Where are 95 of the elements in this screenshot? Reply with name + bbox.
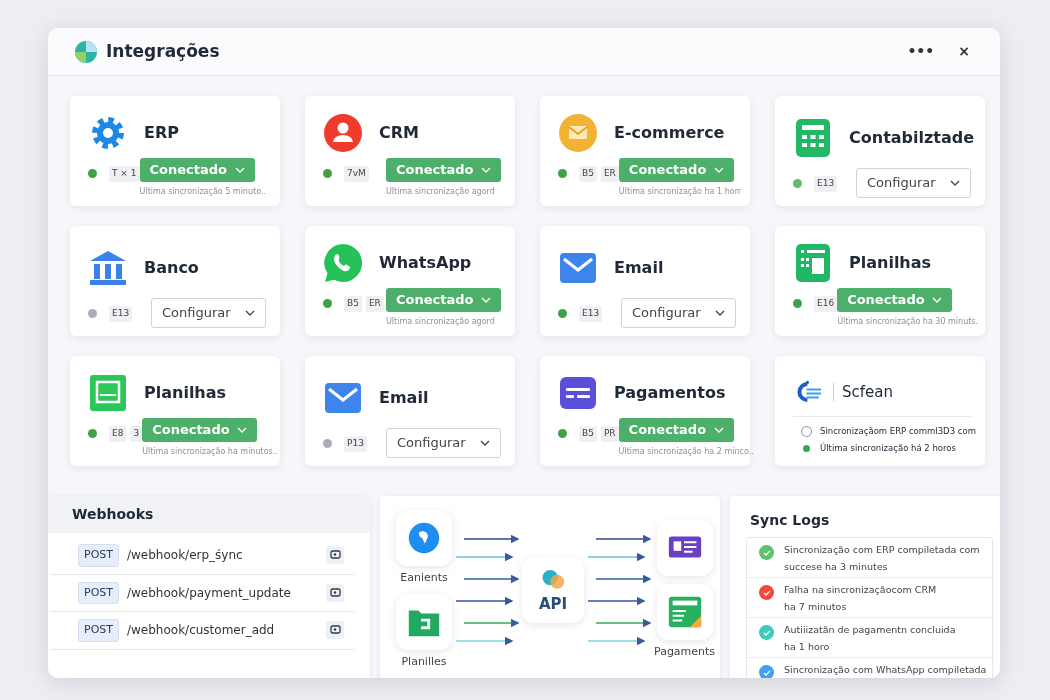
api-label: API <box>538 593 568 615</box>
integration-name: Email <box>614 257 664 279</box>
integration-name: Planilhas <box>849 252 932 274</box>
integration-name: Email <box>379 387 429 409</box>
caret-icon <box>481 297 491 303</box>
chat-bubble-icon <box>323 243 363 283</box>
node-label: Planilles <box>401 654 447 670</box>
connected-dropdown[interactable]: Conectado <box>837 288 953 312</box>
copy-button[interactable] <box>326 546 344 565</box>
copy-icon <box>329 625 341 636</box>
tag: B5 <box>344 296 362 312</box>
configure-dropdown[interactable]: Configurar <box>151 298 266 328</box>
integration-name: Planilhas <box>144 382 227 404</box>
caret-icon <box>713 427 724 433</box>
caret-icon <box>932 297 943 303</box>
integration-name: Contabilztade <box>849 127 975 149</box>
tag: B5 <box>579 166 597 182</box>
copy-icon <box>329 550 341 561</box>
tag: 3 <box>130 426 143 442</box>
tag: E8 <box>109 426 127 442</box>
card-title: Scfean <box>842 381 893 403</box>
node-label: Pagaments <box>654 643 716 660</box>
node-label: Eanients <box>400 569 448 586</box>
tag: ER <box>600 166 619 182</box>
connected-dropdown[interactable]: Conectado <box>618 418 734 442</box>
caret-icon <box>480 440 490 446</box>
endpoint-path: /webhook/erp_śync <box>127 547 244 565</box>
status-text: Última sincronização há 2 horos <box>820 441 956 455</box>
connected-dropdown[interactable]: Conectado <box>386 288 501 312</box>
connected-dropdown[interactable]: Conectado <box>142 418 258 442</box>
tag: E13 <box>814 176 838 192</box>
tag: E16 <box>814 296 838 312</box>
window-title: Integrações <box>106 39 220 63</box>
caret-icon <box>481 167 491 173</box>
integration-name: E-commerce <box>614 122 725 144</box>
configure-dropdown[interactable]: Configurar <box>621 298 736 328</box>
envelope-icon <box>558 113 598 153</box>
log-text: Autiiizatãn de pagamentn concluida <box>784 623 956 637</box>
copy-button[interactable] <box>326 621 344 640</box>
configure-dropdown[interactable]: Configurar <box>856 168 971 198</box>
copy-icon <box>329 587 341 598</box>
connected-dropdown[interactable]: Conectado <box>386 158 501 182</box>
tag: B5 <box>579 426 597 442</box>
spreadsheet-icon <box>793 243 833 283</box>
panel-title: Webhooks <box>48 496 370 533</box>
panel-title: Sync Logs <box>749 511 831 530</box>
connected-dropdown[interactable]: Conectado <box>618 158 734 182</box>
log-text: Sincronização com ERP compiletada com <box>784 543 980 557</box>
log-text: ha 1 horo <box>784 640 831 654</box>
endpoint-path: /webhook/customer_add <box>127 622 276 640</box>
person-icon <box>323 113 363 153</box>
caret-icon <box>234 167 245 173</box>
integration-name: Pagamentos <box>614 382 726 404</box>
log-text: ha 7 minutos <box>784 600 848 614</box>
caret-icon <box>715 310 725 316</box>
copy-button[interactable] <box>326 583 344 602</box>
tag: T × 1 <box>109 166 140 182</box>
last-sync-text: Última sincronização ha 1 horr <box>618 186 742 198</box>
tag: E13 <box>579 306 603 322</box>
tag: PR <box>600 426 619 442</box>
terminal-window-icon <box>88 373 128 413</box>
tag: ER <box>365 296 384 312</box>
last-sync-text: Ultima sincronização agord <box>386 186 495 198</box>
filled-radio[interactable] <box>803 444 810 452</box>
connected-dropdown[interactable]: Conectado <box>139 158 255 182</box>
app-logo-icon <box>74 39 98 64</box>
caret-icon <box>237 427 248 433</box>
log-text: Sincronização com WhatsApp compiletada <box>784 663 987 677</box>
method-tag: POST <box>78 581 119 604</box>
caret-icon <box>950 180 960 186</box>
last-sync-text: Última sincronização ha 30 minuts. <box>837 316 979 328</box>
log-text: succese ha 3 minutes <box>784 560 889 574</box>
status-text: Sincronizaçãom ERP comml3D3 com <box>820 425 976 438</box>
integration-name: WhatsApp <box>379 252 472 274</box>
caret-icon <box>713 167 724 173</box>
last-sync-text: Última sincronização ha 2 minco.. <box>618 446 754 458</box>
close-button[interactable]: × <box>954 41 974 62</box>
method-tag: POST <box>78 544 119 567</box>
integration-name: ERP <box>144 122 179 144</box>
tag: P13 <box>344 436 367 452</box>
last-sync-text: Ultima sincronização 5 minuto.. <box>139 186 266 198</box>
integration-name: CRM <box>379 122 419 144</box>
method-tag: POST <box>78 619 119 642</box>
integration-name: Banco <box>144 257 199 279</box>
more-button[interactable]: ••• <box>903 41 939 62</box>
log-text: Falha na sincronizaçãocom CRM <box>784 583 937 597</box>
last-sync-text: Ultima sincronização agord <box>386 316 495 328</box>
caret-icon <box>245 310 255 316</box>
tag: E13 <box>109 306 133 322</box>
calculator-icon <box>793 118 833 158</box>
last-sync-text: Última sincronização ha minutos.. <box>142 446 278 458</box>
bank-icon <box>88 248 128 288</box>
endpoint-path: /webhook/payment_update <box>127 584 292 602</box>
configure-dropdown[interactable]: Configurar <box>386 428 501 458</box>
tag: 7vM <box>344 166 369 182</box>
